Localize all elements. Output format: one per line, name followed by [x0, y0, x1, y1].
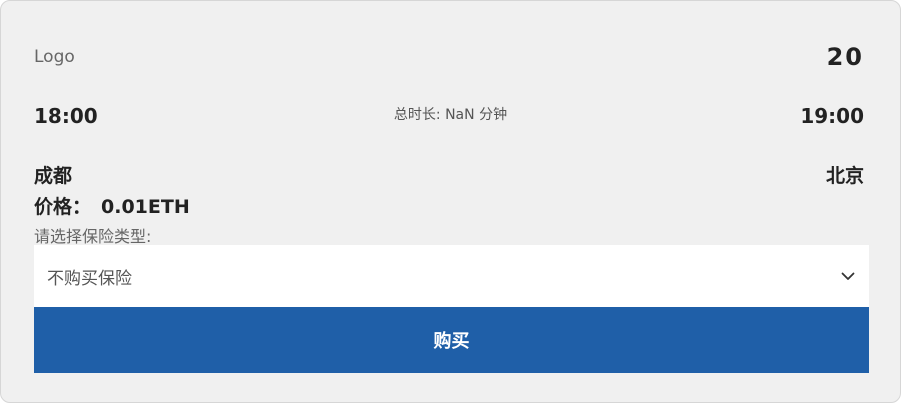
departure-city: 成都: [34, 165, 73, 187]
airline-logo: Logo: [34, 47, 75, 67]
insurance-selected-value: 不购买保险: [47, 268, 132, 289]
insurance-select[interactable]: 不购买保险: [34, 245, 869, 307]
price: 价格： 0.01ETH: [34, 192, 190, 219]
city-row: 成都 北京: [34, 161, 864, 188]
flight-duration: 总时长: NaN 分钟: [393, 107, 508, 123]
card-header: Logo 20: [34, 43, 864, 71]
insurance-label: 请选择保险类型:: [34, 227, 152, 246]
arrival-city: 北京: [825, 165, 864, 187]
departure-time: 18:00: [34, 104, 98, 128]
arrival-time: 19:00: [800, 104, 864, 128]
buy-button[interactable]: 购买: [34, 307, 869, 373]
chevron-down-icon: [841, 272, 855, 281]
price-label: 价格：: [34, 196, 92, 218]
flight-card: Logo 20 18:00 19:00 总时长: NaN 分钟 成都 北京 价格…: [0, 0, 901, 403]
price-value: 0.01ETH: [101, 196, 190, 218]
flight-number: 20: [826, 43, 864, 71]
